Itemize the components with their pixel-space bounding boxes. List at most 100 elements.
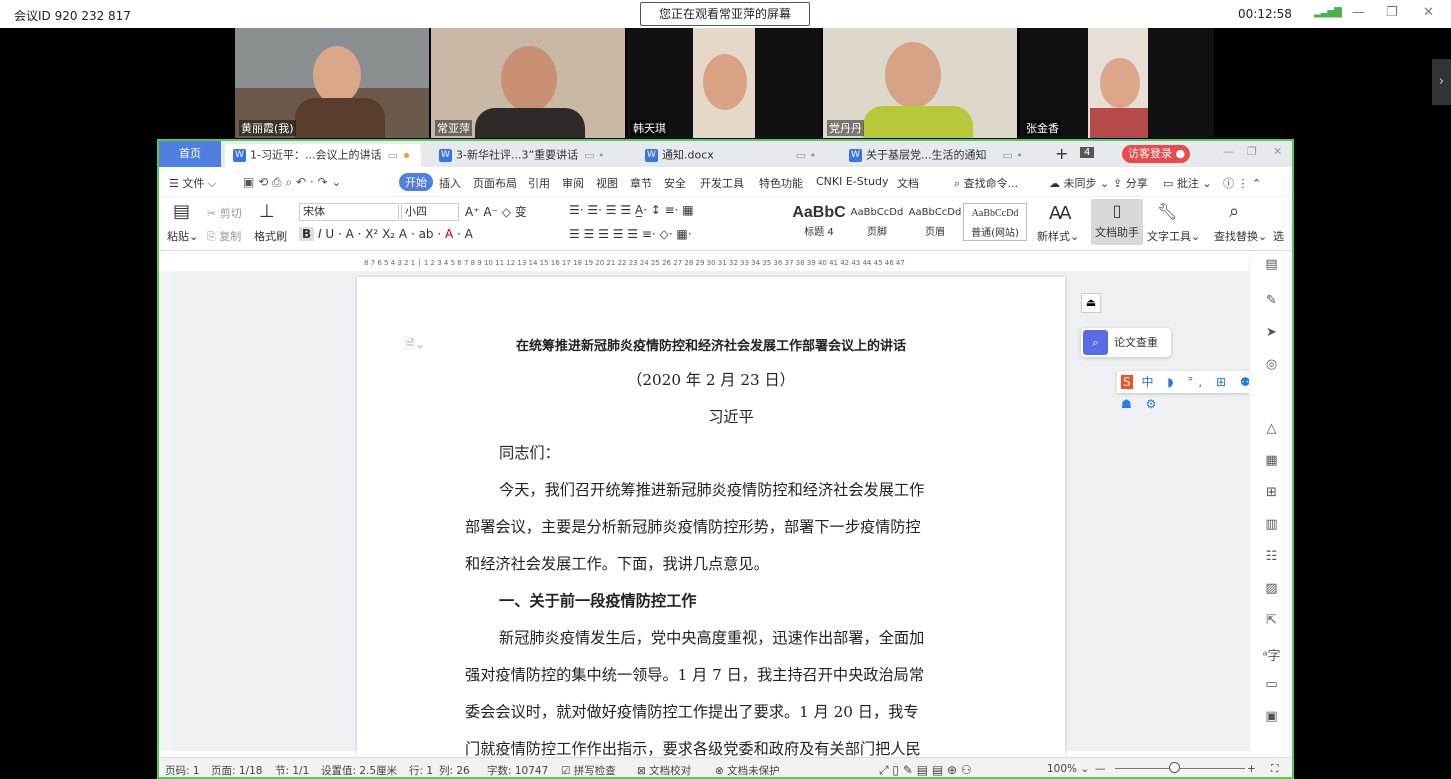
guest-login-button[interactable]: 访客登录 ● <box>1122 145 1190 163</box>
wrench-icon[interactable]: 🔧︎ <box>1157 202 1177 221</box>
location-icon[interactable]: ◎ <box>1250 357 1292 372</box>
zoom-out-icon[interactable]: — <box>1095 763 1106 775</box>
font-tools[interactable]: A⁺ A⁻ ◇ 变 <box>465 203 527 220</box>
document-canvas: 🗎︎⌄ 在统筹推进新冠肺炎疫情防控和经济社会发展工作部署会议上的讲话 （2020… <box>159 271 1292 758</box>
menu-security[interactable]: 安全 <box>664 175 686 191</box>
zoom-slider-handle[interactable] <box>1169 762 1180 773</box>
menu-chapter[interactable]: 章节 <box>630 175 652 191</box>
menu-dev-tools[interactable]: 开发工具 <box>700 175 744 191</box>
new-tab-icon[interactable]: + <box>1055 144 1068 163</box>
menu-references[interactable]: 引用 <box>528 175 550 191</box>
format-painter-icon[interactable]: ⊥ <box>259 201 275 222</box>
chart-icon[interactable]: ▥ <box>1250 517 1292 532</box>
command-search[interactable]: ⌕ 查找命令... <box>954 175 1018 191</box>
restore-icon[interactable]: ❐ <box>1247 145 1257 158</box>
word-icon: W <box>439 148 452 162</box>
picture-icon[interactable]: ▣ <box>1250 709 1292 724</box>
font-select[interactable]: 宋体 <box>299 203 399 221</box>
menu-doc[interactable]: 文档 <box>897 175 919 191</box>
status-pages[interactable]: 页面: 1/18 <box>211 763 262 777</box>
select-button[interactable]: 选 <box>1273 228 1284 244</box>
doc-helper-button[interactable]: ▯ 文档助手 <box>1091 199 1143 245</box>
image-icon[interactable]: ▨ <box>1250 581 1292 596</box>
spell-check-icon: ☑ <box>561 765 571 777</box>
pen-icon[interactable]: ✎ <box>1250 293 1292 308</box>
video-tile[interactable]: 张金香 <box>1020 28 1214 138</box>
help-icon[interactable]: ⓘ ⋮ ⌃ <box>1223 175 1261 191</box>
zoom-in-icon[interactable]: + <box>1247 763 1256 775</box>
settings-icon[interactable]: ☷ <box>1250 549 1292 564</box>
cut-button[interactable]: ✂ 剪切 <box>207 205 242 221</box>
paste-button[interactable]: 粘贴⌄ <box>167 228 198 244</box>
new-style-button[interactable]: 新样式⌄ <box>1037 228 1079 244</box>
tab-doc-4[interactable]: W 关于基层党...生活的通知 ▭ • <box>841 144 1033 167</box>
doc-paragraph-line: 强对疫情防控的集中统一领导。1 月 7 日，我主持召开中央政治局常 <box>465 666 925 684</box>
tab-count[interactable]: 4 <box>1080 147 1095 158</box>
status-words[interactable]: 字数: 10747 <box>487 763 548 777</box>
close-icon[interactable]: ✕ <box>1423 5 1434 20</box>
tab-home[interactable]: 首页 <box>159 141 221 167</box>
paper-check-button[interactable]: ⌕ 论文查重 <box>1081 328 1171 357</box>
menu-icon[interactable]: ▤ <box>1250 257 1292 272</box>
align-tools[interactable]: ☰ ☰ ☰ ☰ ☰ ≡· ◇· ▦· <box>569 227 692 241</box>
protect-status[interactable]: ⊗ 文档未保护 <box>715 763 780 777</box>
menu-file[interactable]: ☰ 文件 ⌵ <box>169 175 216 191</box>
new-style-icon[interactable]: Ꜳ <box>1049 203 1072 224</box>
shape-icon[interactable]: △ <box>1250 421 1292 436</box>
tab-doc-1[interactable]: W 1-习近平：...会议上的讲话 ▭ <box>225 144 421 167</box>
find-icon[interactable]: ⌕ <box>1229 201 1239 222</box>
video-tile[interactable]: 常亚萍 <box>431 28 625 138</box>
style-header[interactable]: AaBbCcDd 页眉 <box>903 203 967 241</box>
find-replace-button[interactable]: 查找替换⌄ <box>1214 228 1267 244</box>
copy-button[interactable]: ⎘ 复制 <box>207 228 241 244</box>
font-format-tools[interactable]: B I U · A · X² X₂ A · ab · A · A <box>299 227 473 241</box>
menu-start[interactable]: 开始 <box>399 173 433 191</box>
chevron-right-icon[interactable]: › <box>1432 59 1451 105</box>
doc-nav-icon[interactable]: 🗎︎⌄ <box>405 335 425 356</box>
collapse-icon[interactable]: ⏏ <box>1081 293 1101 313</box>
spell-check-button[interactable]: ☑ 拼写检查 <box>561 763 616 777</box>
shared-screen-wps: 首页 W 1-习近平：...会议上的讲话 ▭ W 3-新华社评...3”重要讲话 ▭ •… <box>157 139 1294 779</box>
view-mode-icons[interactable]: ⤢ ▯ ✎ ▤ ▤ ⊕ ⚇ <box>879 763 972 777</box>
menu-special[interactable]: 特色功能 <box>759 175 803 191</box>
menu-review[interactable]: 审阅 <box>562 175 584 191</box>
paste-icon[interactable]: ▤ <box>173 201 190 222</box>
close-icon[interactable]: ✕ <box>1273 145 1282 158</box>
restore-icon[interactable]: ❐ <box>1386 5 1398 20</box>
tab-doc-2[interactable]: W 3-新华社评...3”重要讲话 ▭ • <box>431 144 627 167</box>
minimize-icon[interactable]: — <box>1223 145 1234 158</box>
participant-name: 黄丽霞(我) <box>239 120 296 136</box>
zoom-slider[interactable] <box>1115 768 1245 769</box>
fit-icon[interactable]: ⛶ <box>1271 763 1278 776</box>
video-tile[interactable]: 黄丽霞(我) <box>235 28 429 138</box>
format-painter-button[interactable]: 格式刷 <box>254 228 287 244</box>
style-normal-web[interactable]: AaBbCcDd 普通(网站) <box>963 203 1027 241</box>
translate-icon[interactable]: ᵃ字 <box>1250 645 1292 664</box>
size-select[interactable]: 小四 <box>401 203 459 221</box>
share-button[interactable]: ⇪ 分享 <box>1113 175 1148 191</box>
share-icon[interactable]: ⇱ <box>1250 613 1292 628</box>
table-icon[interactable]: ▦ <box>1250 453 1292 468</box>
quick-access-icons[interactable]: ▣ ⟲ ⎙ ⌕ ↶ · ↷ ⌄ <box>243 175 341 190</box>
annotate-button[interactable]: ▭ 批注 ⌄ <box>1163 175 1212 191</box>
cursor-icon[interactable]: ➤ <box>1250 325 1292 340</box>
box-icon[interactable]: ▭ <box>1250 677 1292 692</box>
menu-insert[interactable]: 插入 <box>439 175 461 191</box>
document-page[interactable]: 🗎︎⌄ 在统筹推进新冠肺炎疫情防控和经济社会发展工作部署会议上的讲话 （2020… <box>357 277 1065 758</box>
paragraph-tools[interactable]: ☰· ☰· ☰ ☰ A̲· ↕ ≡· ▦ <box>569 203 694 217</box>
sync-status[interactable]: ☁ 未同步 ⌄ <box>1049 175 1109 191</box>
proofread-button[interactable]: ⊠ 文档校对 <box>637 763 691 777</box>
screen-share-banner[interactable]: 您正在观看常亚萍的屏幕 <box>640 2 810 26</box>
zoom-level[interactable]: 100% ⌄ <box>1047 763 1089 775</box>
menu-cnki[interactable]: CNKI E-Study <box>816 175 889 188</box>
tab-doc-3[interactable]: W 通知.docx ▭ • <box>637 144 837 167</box>
menu-layout[interactable]: 页面布局 <box>473 175 517 191</box>
minimize-icon[interactable]: — <box>1352 5 1365 20</box>
video-tile[interactable]: 韩天琪 <box>627 28 821 138</box>
grid-icon[interactable]: ⊞ <box>1250 485 1292 500</box>
style-heading4[interactable]: AaBbC 标题 4 <box>787 203 851 241</box>
menu-view[interactable]: 视图 <box>596 175 618 191</box>
text-tool-button[interactable]: 文字工具⌄ <box>1147 228 1200 244</box>
style-footer[interactable]: AaBbCcDd 页脚 <box>845 203 909 241</box>
video-tile[interactable]: 党丹丹 <box>823 28 1017 138</box>
